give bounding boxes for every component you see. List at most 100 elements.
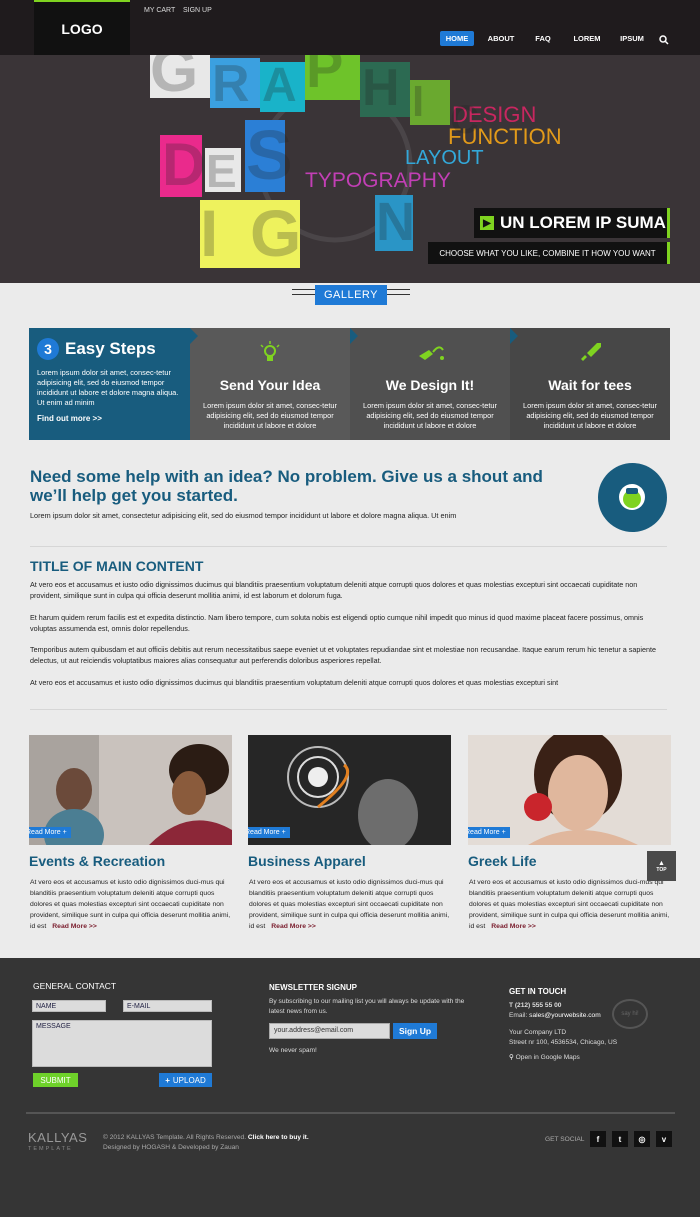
- feature-events: Read More + Events & Recreation At vero …: [29, 735, 232, 932]
- nav-home[interactable]: HOME: [440, 31, 474, 46]
- read-more-button[interactable]: Read More +: [29, 827, 71, 838]
- email-field[interactable]: E-MAIL: [123, 1000, 212, 1012]
- top-label: TOP: [656, 866, 667, 873]
- step-title: We Design It!: [385, 377, 475, 393]
- tech-photo[interactable]: Read More +: [248, 735, 451, 845]
- google-maps-link: Open in Google Maps: [515, 1054, 580, 1061]
- copyright-text: © 2012 KALLYAS Template. All Rights Rese…: [103, 1134, 247, 1141]
- step-text: Lorem ipsum dolor sit amet, consec-tetur…: [523, 401, 657, 430]
- chat-bubble-icon[interactable]: [598, 463, 667, 532]
- art-letter: A: [262, 59, 297, 112]
- back-to-top-button[interactable]: ▲ TOP: [647, 851, 676, 881]
- step-card-idea[interactable]: Send Your Idea Lorem ipsum dolor sit ame…: [190, 328, 350, 440]
- read-more-link[interactable]: Read More >>: [491, 923, 536, 930]
- steps-number: 3: [37, 338, 59, 360]
- get-social-label: GET SOCIAL: [545, 1136, 585, 1143]
- upload-label: UPLOAD: [172, 1075, 206, 1085]
- map-link-row[interactable]: ⚲ Open in Google Maps: [509, 1053, 580, 1063]
- main-title: TITLE OF MAIN CONTENT: [30, 558, 204, 574]
- logo[interactable]: LOGO: [34, 0, 130, 55]
- art-letter: I: [200, 196, 219, 270]
- message-field[interactable]: MESSAGE: [32, 1020, 212, 1067]
- read-more-link[interactable]: Read More >>: [271, 923, 316, 930]
- lightbulb-icon: [260, 341, 280, 361]
- woman-apple-photo[interactable]: Read More +: [468, 735, 671, 845]
- rocket-icon: [581, 343, 601, 361]
- banner-title: ▶ UN LOREM IP SUMA: [474, 208, 670, 238]
- company: Your Company LTD: [509, 1029, 567, 1036]
- art-letter: S: [246, 116, 293, 194]
- email-line: Email: sales@yourwebsite.com: [509, 1011, 601, 1021]
- newsletter-signup-button[interactable]: Sign Up: [393, 1023, 437, 1039]
- dribbble-icon[interactable]: ◎: [634, 1131, 650, 1147]
- step-text: Lorem ipsum dolor sit amet, consec-tetur…: [363, 401, 497, 430]
- email-label: Email:: [509, 1012, 530, 1019]
- feature-title[interactable]: Business Apparel: [248, 853, 451, 869]
- nav-lorem[interactable]: LOREM: [568, 31, 606, 46]
- steps-intro: 3 Easy Steps Lorem ipsum dolor sit amet, …: [29, 328, 190, 440]
- get-in-touch-heading: GET IN TOUCH: [509, 987, 567, 996]
- nav-faq[interactable]: FAQ: [528, 31, 558, 46]
- feature-greek: Read More + Greek Life At vero eos et ac…: [468, 735, 671, 932]
- divider: [30, 546, 667, 547]
- upload-button[interactable]: + UPLOAD: [159, 1073, 212, 1087]
- art-letter: C: [450, 98, 479, 142]
- main-paragraph: At vero eos et accusamus et iusto odio d…: [30, 580, 638, 600]
- read-more-button[interactable]: Read More +: [468, 827, 510, 838]
- people-photo[interactable]: Read More +: [29, 735, 232, 845]
- say-hi-bubble: say hi!: [612, 999, 648, 1029]
- find-out-more-link[interactable]: Find out more >>: [37, 414, 182, 423]
- art-letter: R: [212, 55, 250, 113]
- sign-up-link[interactable]: SIGN UP: [183, 7, 212, 14]
- search-icon[interactable]: [659, 32, 669, 50]
- step-card-design[interactable]: We Design It! Lorem ipsum dolor sit amet…: [350, 328, 510, 440]
- art-letter: N: [376, 192, 415, 252]
- divider: [30, 709, 667, 710]
- art-letter: D: [162, 131, 206, 198]
- buy-link[interactable]: Click here to buy it.: [248, 1134, 309, 1141]
- email-link[interactable]: sales@yourwebsite.com: [529, 1012, 601, 1019]
- banner-title-text: UN LOREM IP SUMA: [500, 213, 666, 232]
- plus-icon: +: [165, 1075, 170, 1085]
- feature-text: At vero eos et accusamus et iusto odio d…: [29, 877, 232, 932]
- nav-ipsum[interactable]: IPSUM: [614, 31, 650, 46]
- name-field[interactable]: NAME: [32, 1000, 106, 1012]
- gallery-button[interactable]: GALLERY: [315, 285, 387, 305]
- address: Street nr 100, 4536534, Chicago, US: [509, 1039, 618, 1046]
- brand-sub: TEMPLATE: [28, 1146, 73, 1152]
- main-paragraph: Temporibus autem quibusdam et aut offici…: [30, 645, 656, 665]
- copyright: © 2012 KALLYAS Template. All Rights Rese…: [103, 1133, 309, 1143]
- art-letter: E: [206, 145, 237, 197]
- credits: Designed by HOGASH & Developed by Zauan: [103, 1144, 239, 1151]
- art-letter: H: [362, 59, 400, 117]
- main-paragraph: Et harum quidem rerum facilis est et exp…: [30, 613, 644, 633]
- step-card-wait[interactable]: Wait for tees Lorem ipsum dolor sit amet…: [510, 328, 670, 440]
- banner-subtitle: CHOOSE WHAT YOU LIKE, COMBINE IT HOW YOU…: [428, 242, 670, 264]
- steps-text: Lorem ipsum dolor sit amet, consec-tetur…: [37, 368, 179, 407]
- chevron-up-icon: ▲: [658, 859, 665, 867]
- brand-logo: KALLYAS: [28, 1130, 88, 1145]
- step-text: Lorem ipsum dolor sit amet, consec-tetur…: [203, 401, 337, 430]
- contact-heading: GENERAL CONTACT: [33, 981, 117, 991]
- feature-title[interactable]: Events & Recreation: [29, 853, 232, 869]
- feature-text: At vero eos et accusamus et iusto odio d…: [248, 877, 451, 932]
- twitter-icon[interactable]: t: [612, 1131, 628, 1147]
- nav-about[interactable]: ABOUT: [484, 31, 518, 46]
- phone: T (212) 555 55 00: [509, 1002, 562, 1009]
- submit-button[interactable]: SUBMIT: [33, 1073, 78, 1087]
- feature-title[interactable]: Greek Life: [468, 853, 671, 869]
- read-more-link[interactable]: Read More >>: [52, 923, 97, 930]
- read-more-button[interactable]: Read More +: [248, 827, 290, 838]
- main-paragraph: At vero eos et accusamus et iusto odio d…: [30, 678, 559, 687]
- map-pin-icon: ⚲: [509, 1054, 516, 1061]
- vine-icon[interactable]: v: [656, 1131, 672, 1147]
- facebook-icon[interactable]: f: [590, 1131, 606, 1147]
- newsletter-email-input[interactable]: your.address@email.com: [269, 1023, 390, 1039]
- footer-divider: [26, 1112, 675, 1114]
- newsletter-text: By subscribing to our mailing list you w…: [269, 998, 465, 1015]
- help-text: Lorem ipsum dolor sit amet, consectetur …: [30, 511, 457, 520]
- easy-steps: 3 Easy Steps Lorem ipsum dolor sit amet, …: [29, 328, 670, 440]
- art-letter: G: [250, 196, 302, 270]
- my-cart-link[interactable]: MY CART: [144, 7, 175, 14]
- feature-business: Read More + Business Apparel At vero eos…: [248, 735, 451, 932]
